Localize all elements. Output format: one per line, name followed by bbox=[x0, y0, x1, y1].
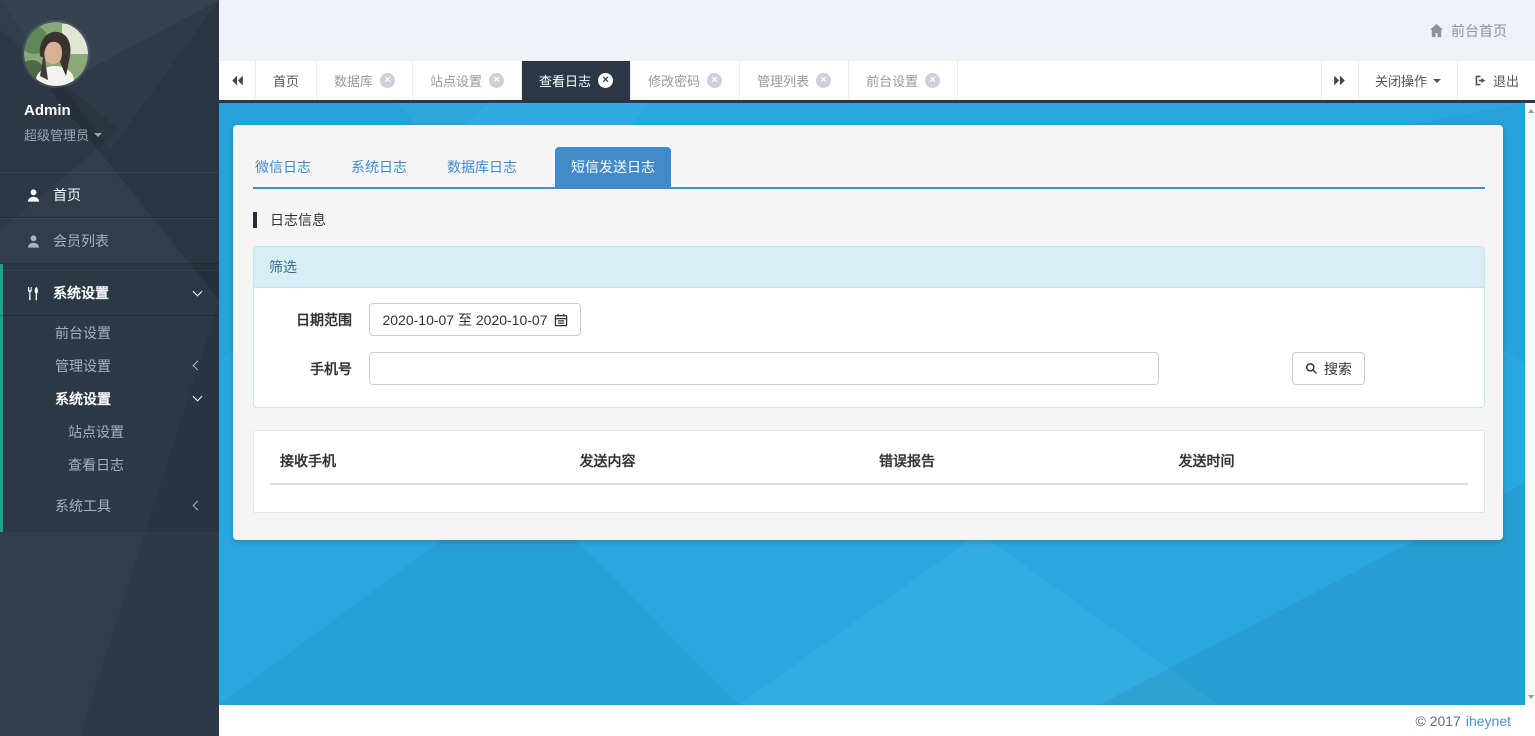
close-icon[interactable] bbox=[598, 73, 613, 88]
caret-down-icon bbox=[1433, 79, 1441, 83]
user-role[interactable]: 超级管理员 bbox=[24, 125, 219, 144]
tabbar: 首页 数据库 站点设置 查看日志 修改密码 管理列表 前台设置 关闭操作 bbox=[219, 61, 1535, 103]
table-header-row: 接收手机 发送内容 错误报告 发送时间 bbox=[270, 443, 1468, 484]
section-title: 日志信息 bbox=[253, 210, 1485, 230]
double-chevron-right-icon bbox=[1333, 74, 1346, 87]
frontend-home-link[interactable]: 前台首页 bbox=[1429, 21, 1507, 41]
tab-frontend-settings[interactable]: 前台设置 bbox=[849, 61, 958, 100]
close-icon[interactable] bbox=[707, 73, 722, 88]
log-table: 接收手机 发送内容 错误报告 发送时间 bbox=[270, 443, 1468, 496]
col-send-time: 发送时间 bbox=[1169, 443, 1469, 484]
calendar-icon bbox=[554, 313, 568, 327]
filter-panel: 筛选 日期范围 2020-10-07 至 2020-10-07 bbox=[253, 246, 1485, 408]
tabbar-right-controls: 关闭操作 退出 bbox=[1321, 61, 1535, 100]
col-send-content: 发送内容 bbox=[570, 443, 870, 484]
date-range-input[interactable]: 2020-10-07 至 2020-10-07 bbox=[369, 303, 581, 336]
tab-home[interactable]: 首页 bbox=[256, 61, 317, 100]
topbar: 前台首页 bbox=[219, 0, 1535, 61]
sign-out-icon bbox=[1474, 74, 1487, 87]
filter-panel-body: 日期范围 2020-10-07 至 2020-10-07 bbox=[254, 288, 1484, 407]
avatar[interactable] bbox=[24, 22, 88, 86]
scroll-down-arrow[interactable] bbox=[1526, 691, 1535, 703]
sidebar-item-admin-settings[interactable]: 管理设置 bbox=[3, 349, 219, 382]
triangle-up-icon bbox=[1528, 109, 1534, 113]
tab-admin-list[interactable]: 管理列表 bbox=[740, 61, 849, 100]
sidebar-item-members[interactable]: 会员列表 bbox=[0, 218, 219, 264]
close-operations-dropdown[interactable]: 关闭操作 bbox=[1358, 61, 1457, 100]
cutlery-icon bbox=[26, 286, 41, 301]
empty-row bbox=[270, 484, 1468, 496]
user-icon bbox=[26, 234, 41, 249]
close-icon[interactable] bbox=[380, 73, 395, 88]
chevron-left-icon bbox=[193, 501, 203, 511]
sidebar-item-site-settings[interactable]: 站点设置 bbox=[3, 415, 219, 448]
brand-link[interactable]: iheynet bbox=[1466, 713, 1511, 729]
home-icon bbox=[1429, 23, 1444, 38]
col-error-report: 错误报告 bbox=[869, 443, 1169, 484]
avatar-image bbox=[24, 22, 88, 86]
user-icon bbox=[26, 188, 41, 203]
close-icon[interactable] bbox=[489, 73, 504, 88]
sidebar-item-system-tools[interactable]: 系统工具 bbox=[3, 489, 219, 522]
close-icon[interactable] bbox=[925, 73, 940, 88]
content-area: 微信日志 系统日志 数据库日志 短信发送日志 日志信息 筛选 日期范围 2020… bbox=[219, 103, 1525, 705]
filter-panel-title: 筛选 bbox=[254, 247, 1484, 288]
sidebar-item-home[interactable]: 首页 bbox=[0, 172, 219, 218]
sidebar-item-view-logs[interactable]: 查看日志 bbox=[3, 448, 219, 481]
tab-system-log[interactable]: 系统日志 bbox=[349, 147, 409, 187]
user-profile: Admin 超级管理员 bbox=[0, 0, 219, 144]
tab-wechat-log[interactable]: 微信日志 bbox=[253, 147, 313, 187]
user-name: Admin bbox=[24, 102, 219, 119]
log-tabs: 微信日志 系统日志 数据库日志 短信发送日志 bbox=[253, 147, 1485, 189]
chevron-left-icon bbox=[193, 361, 203, 371]
phone-input[interactable] bbox=[369, 352, 1159, 385]
search-button[interactable]: 搜索 bbox=[1292, 352, 1365, 385]
tab-sms-log[interactable]: 短信发送日志 bbox=[555, 147, 671, 187]
scroll-tabs-right-button[interactable] bbox=[1321, 61, 1358, 100]
footer: © 2017 iheynet bbox=[219, 705, 1535, 736]
chevron-down-icon bbox=[193, 392, 203, 402]
log-card: 微信日志 系统日志 数据库日志 短信发送日志 日志信息 筛选 日期范围 2020… bbox=[233, 125, 1503, 540]
tab-site-settings[interactable]: 站点设置 bbox=[413, 61, 522, 100]
sidebar-item-frontend-settings[interactable]: 前台设置 bbox=[3, 316, 219, 349]
logout-button[interactable]: 退出 bbox=[1457, 61, 1535, 100]
sidebar-item-system-settings-sub[interactable]: 系统设置 bbox=[3, 382, 219, 415]
tab-view-logs[interactable]: 查看日志 bbox=[522, 61, 631, 100]
double-chevron-left-icon bbox=[231, 74, 244, 87]
menu-spacer bbox=[3, 481, 219, 489]
tab-database[interactable]: 数据库 bbox=[317, 61, 413, 100]
date-range-label: 日期范围 bbox=[269, 310, 369, 330]
sidebar-tree-system-settings: 系统设置 前台设置 管理设置 系统设置 站点设置 查看日志 系统工具 bbox=[0, 264, 219, 532]
sidebar-menu: 首页 会员列表 系统设置 前台设置 管理设置 bbox=[0, 172, 219, 532]
scroll-up-arrow[interactable] bbox=[1526, 105, 1535, 117]
phone-row: 手机号 搜索 bbox=[269, 352, 1469, 385]
caret-down-icon bbox=[94, 133, 102, 137]
tab-change-password[interactable]: 修改密码 bbox=[631, 61, 740, 100]
col-receive-phone: 接收手机 bbox=[270, 443, 570, 484]
copyright-text: © 2017 bbox=[1415, 713, 1460, 729]
scroll-tabs-left-button[interactable] bbox=[219, 61, 256, 100]
close-icon[interactable] bbox=[816, 73, 831, 88]
sidebar: Admin 超级管理员 首页 会员列表 系统设置 bbox=[0, 0, 219, 736]
triangle-down-icon bbox=[1528, 695, 1534, 699]
phone-label: 手机号 bbox=[269, 359, 369, 379]
log-table-panel: 接收手机 发送内容 错误报告 发送时间 bbox=[253, 430, 1485, 513]
tab-database-log[interactable]: 数据库日志 bbox=[445, 147, 519, 187]
chevron-down-icon bbox=[193, 286, 203, 296]
vertical-scrollbar[interactable] bbox=[1525, 103, 1535, 705]
search-icon bbox=[1305, 362, 1318, 375]
sidebar-item-system-settings[interactable]: 系统设置 bbox=[0, 270, 219, 316]
date-range-row: 日期范围 2020-10-07 至 2020-10-07 bbox=[269, 303, 1469, 336]
